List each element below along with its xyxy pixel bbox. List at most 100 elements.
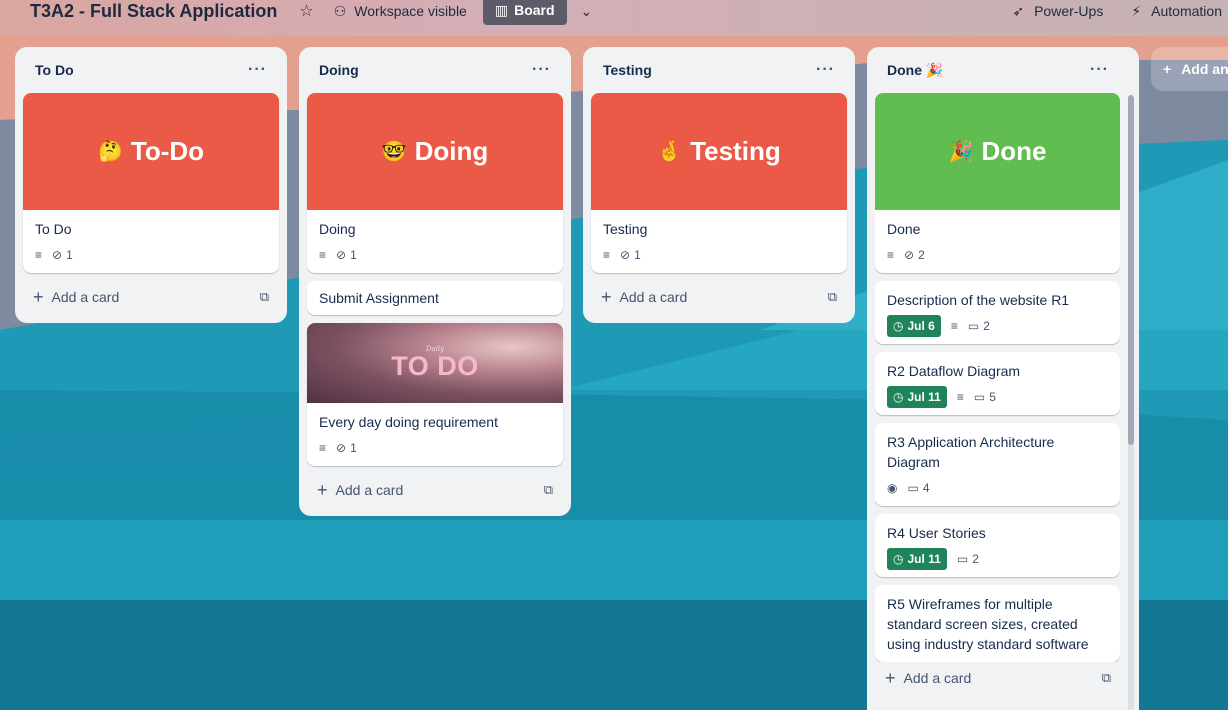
- comment-count: 2: [983, 319, 990, 333]
- list-cards-scroll[interactable]: 🎉 Done Done ≡ ⊘ 2 Description of the web…: [875, 93, 1120, 662]
- description-icon: ≡: [319, 441, 327, 455]
- workspace-visibility-button[interactable]: ⚇ Workspace visible: [334, 3, 467, 20]
- card-title: R5 Wireframes for multiple standard scre…: [887, 596, 1089, 652]
- add-card-button[interactable]: + Add a card ⧉: [307, 474, 563, 506]
- attachment-badge: ⊘ 1: [336, 248, 357, 262]
- list-testing[interactable]: Testing ··· 🤞 Testing Testing ≡ ⊘ 1 + Ad…: [583, 47, 855, 323]
- card[interactable]: Description of the website R1 ◷ Jul 6 ≡ …: [875, 281, 1120, 344]
- list-header: Testing ···: [591, 47, 847, 93]
- attachment-icon: ⊘: [52, 248, 63, 262]
- board-view-label: Board: [514, 2, 555, 18]
- lightning-icon: ⚡: [1131, 2, 1142, 19]
- comment-count: 2: [972, 552, 979, 566]
- add-card-label: Add a card: [619, 289, 688, 305]
- comment-badge: ▭ 2: [968, 319, 990, 333]
- attachment-count: 2: [918, 248, 925, 262]
- list-menu-icon[interactable]: ···: [816, 61, 835, 79]
- due-date: Jul 11: [907, 552, 941, 566]
- card-cover: 🤓 Doing: [307, 93, 563, 210]
- list-title[interactable]: Doing: [319, 62, 359, 78]
- board-header: T3A2 - Full Stack Application ☆ ⚇ Worksp…: [0, 0, 1228, 36]
- plus-icon: +: [601, 286, 612, 307]
- card[interactable]: Submit Assignment: [307, 281, 563, 315]
- plus-icon: +: [1163, 61, 1172, 77]
- due-date-badge[interactable]: ◷ Jul 11: [887, 386, 947, 408]
- list-title[interactable]: Done 🎉: [887, 62, 943, 79]
- add-card-button[interactable]: + Add a card ⧉: [875, 662, 1121, 694]
- list-menu-icon[interactable]: ···: [532, 61, 551, 79]
- card-title: To Do: [35, 221, 72, 237]
- card-title: Testing: [603, 221, 648, 237]
- add-list-button[interactable]: + Add another list: [1151, 47, 1228, 91]
- due-date-badge[interactable]: ◷ Jul 11: [887, 548, 947, 570]
- attachment-badge: ⊘ 2: [904, 248, 925, 262]
- card[interactable]: 🎉 Done Done ≡ ⊘ 2: [875, 93, 1120, 273]
- party-popper-emoji: 🎉: [948, 141, 974, 163]
- description-icon: ≡: [35, 248, 43, 262]
- attachment-badge: ⊘ 1: [336, 441, 357, 455]
- list-to-do[interactable]: To Do ··· 🤔 To-Do To Do ≡ ⊘ 1 + Add a ca…: [15, 47, 287, 323]
- list-doing[interactable]: Doing ··· 🤓 Doing Doing ≡ ⊘ 1 Submit Ass…: [299, 47, 571, 516]
- nerd-emoji: 🤓: [381, 141, 407, 163]
- due-date-badge[interactable]: ◷ Jul 6: [887, 315, 941, 337]
- plus-icon: +: [885, 667, 896, 688]
- card[interactable]: R2 Dataflow Diagram ◷ Jul 11 ≡ ▭ 5: [875, 352, 1120, 415]
- card[interactable]: 🤔 To-Do To Do ≡ ⊘ 1: [23, 93, 279, 273]
- comment-count: 5: [989, 390, 996, 404]
- card-title: R4 User Stories: [887, 525, 986, 541]
- list-menu-icon[interactable]: ···: [248, 61, 267, 79]
- template-icon[interactable]: ⧉: [260, 289, 269, 305]
- comment-icon: ▭: [967, 319, 980, 333]
- card[interactable]: R5 Wireframes for multiple standard scre…: [875, 585, 1120, 662]
- cover-text: Testing: [690, 136, 781, 166]
- cover-text: Done: [981, 136, 1047, 166]
- attachment-badge: ⊘ 1: [620, 248, 641, 262]
- description-icon: ≡: [950, 319, 958, 333]
- board-view-button[interactable]: ▥ Board: [482, 0, 567, 25]
- comment-icon: ▭: [956, 552, 969, 566]
- star-icon[interactable]: ☆: [299, 1, 313, 21]
- add-list-label: Add another list: [1181, 61, 1228, 77]
- cover-text: To-Do: [130, 136, 205, 166]
- add-card-button[interactable]: + Add a card ⧉: [591, 281, 847, 313]
- cover-big-text: TO DO: [391, 350, 479, 381]
- powerups-button[interactable]: ➶ Power-Ups: [1012, 3, 1103, 20]
- list-menu-icon[interactable]: ···: [1090, 61, 1109, 79]
- scrollbar-thumb[interactable]: [1128, 95, 1134, 445]
- card[interactable]: Daily TO DO Every day doing requirement …: [307, 323, 563, 466]
- comment-badge: ▭ 5: [974, 390, 996, 404]
- card-title: Done: [887, 221, 921, 237]
- card[interactable]: 🤞 Testing Testing ≡ ⊘ 1: [591, 93, 847, 273]
- attachment-icon: ⊘: [336, 248, 347, 262]
- template-icon[interactable]: ⧉: [1102, 670, 1111, 686]
- list-done[interactable]: Done 🎉 ··· 🎉 Done Done ≡ ⊘ 2 Description…: [867, 47, 1139, 710]
- clock-icon: ◷: [893, 319, 904, 333]
- card[interactable]: 🤓 Doing Doing ≡ ⊘ 1: [307, 93, 563, 273]
- due-date: Jul 11: [907, 390, 941, 404]
- rocket-icon: ➶: [1012, 2, 1025, 19]
- card[interactable]: R3 Application Architecture Diagram ◉ ▭ …: [875, 423, 1120, 506]
- attachment-count: 1: [66, 248, 73, 262]
- attachment-count: 1: [634, 248, 641, 262]
- comment-badge: ▭ 2: [957, 552, 979, 566]
- card-title: Submit Assignment: [319, 290, 439, 306]
- card-cover: 🎉 Done: [875, 93, 1120, 210]
- card-title: Doing: [319, 221, 356, 237]
- card-cover: 🤔 To-Do: [23, 93, 279, 210]
- comment-icon: ▭: [973, 390, 986, 404]
- comment-badge: ▭ 4: [907, 481, 929, 495]
- board-title[interactable]: T3A2 - Full Stack Application: [30, 1, 277, 22]
- automation-button[interactable]: ⚡ Automation: [1131, 3, 1222, 20]
- attachment-badge: ⊘ 1: [52, 248, 73, 262]
- add-card-button[interactable]: + Add a card ⧉: [23, 281, 279, 313]
- add-card-label: Add a card: [903, 670, 972, 686]
- chevron-down-icon[interactable]: ⌄: [581, 3, 593, 20]
- due-date: Jul 6: [907, 319, 935, 333]
- crossed-fingers-emoji: 🤞: [657, 141, 683, 163]
- template-icon[interactable]: ⧉: [544, 482, 553, 498]
- card[interactable]: R4 User Stories ◷ Jul 11 ▭ 2: [875, 514, 1120, 577]
- template-icon[interactable]: ⧉: [828, 289, 837, 305]
- card-cover: 🤞 Testing: [591, 93, 847, 210]
- list-title[interactable]: To Do: [35, 62, 74, 78]
- list-title[interactable]: Testing: [603, 62, 652, 78]
